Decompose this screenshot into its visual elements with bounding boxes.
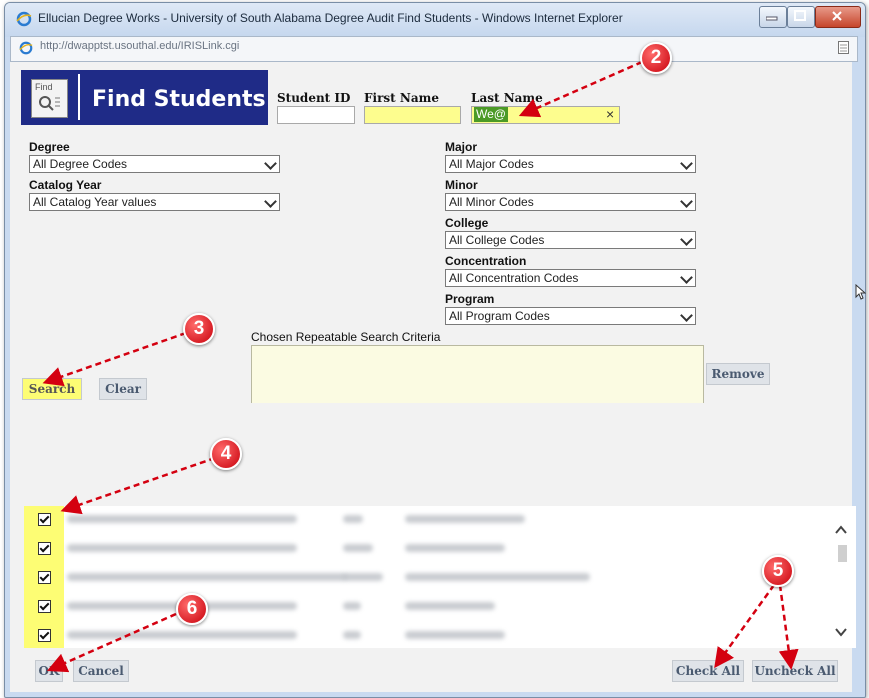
callout-3-badge: 3 xyxy=(183,313,215,345)
callout-4-badge: 4 xyxy=(210,438,242,470)
callout-5-arrow-a xyxy=(714,584,776,669)
callout-5-badge: 5 xyxy=(762,555,794,587)
callout-2-badge: 2 xyxy=(640,42,672,74)
callout-2-arrow xyxy=(518,60,643,118)
callout-5-arrow-b xyxy=(778,584,799,670)
callout-arrows xyxy=(42,60,799,673)
callout-3-arrow xyxy=(42,331,187,387)
callout-4-arrow xyxy=(60,456,216,515)
callout-6-badge: 6 xyxy=(176,593,208,625)
callout-6-arrow xyxy=(46,612,177,673)
